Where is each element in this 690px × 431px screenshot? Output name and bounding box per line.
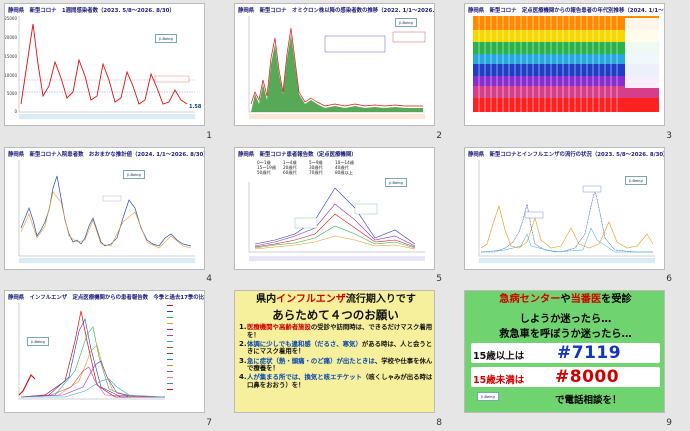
- age-group-line-chart: [248, 181, 425, 261]
- y-tick: 20000: [5, 35, 17, 40]
- header-suffix: 流行期入りです: [345, 294, 416, 306]
- series-line: [254, 213, 416, 247]
- slide-cell-7[interactable]: 静岡県 インフルエンザ 定点医療機関からの患者報告数 今季と過去17季の比較 J…: [0, 287, 230, 431]
- ji-being-logo: Ji-Being: [27, 337, 49, 347]
- slide-grid: 静岡県 新型コロナ 1週間感染者数（2023. 5/8～2026. 8/30） …: [0, 0, 690, 431]
- request-item: 3. 急に症状（熱・頭痛・のど痛）が出たときは、学校や仕事を休んで療養を！: [239, 356, 434, 373]
- item-number: 1.: [239, 323, 247, 332]
- request-item: 1. 医療機関や高齢者施設の受診や訪問時は、できるだけマスク着用を！: [239, 323, 434, 339]
- consult-text: を受診: [601, 294, 632, 306]
- on-duty-doctor-text: 当番医: [570, 294, 602, 306]
- slide-cell-9[interactable]: 急病センターや当番医を受診 しようか迷ったら… 救急車を呼ぼうか迷ったら… 15…: [460, 287, 690, 431]
- series-line: [20, 311, 165, 398]
- series-line: [21, 378, 166, 398]
- ji-being-logo: Ji-Being: [395, 18, 417, 27]
- series-line: [20, 366, 166, 398]
- value-label: 1.58: [189, 104, 202, 110]
- slide-cell-4[interactable]: 静岡県 新型コロナ入院患者数 おおまかな推計値（2024. 1/1～2026. …: [0, 144, 230, 288]
- ji-being-logo: Ji-Being: [123, 169, 145, 179]
- ambulance-question: 救急車を呼ぼうか迷ったら…: [499, 329, 632, 341]
- covid-weekly-chart: 25000 20000 15000 10000 5000 0 1.58: [5, 16, 202, 119]
- slide-thumbnail-6[interactable]: 静岡県 新型コロナとインフルエンザの流行の状況（2023. 5/8～2026. …: [464, 146, 665, 270]
- y-tick: 25000: [5, 16, 17, 21]
- slide-number: 8: [436, 417, 442, 428]
- slide-number: 6: [666, 274, 672, 285]
- slide-thumbnail-5[interactable]: 静岡県 新型コロナ患者報告数（定点医療機関） 0～1歳 1～4歳 5～9歳 10～14…: [234, 146, 435, 270]
- hotline-7119: #7119: [557, 343, 622, 364]
- slide-cell-2[interactable]: 静岡県 新型コロナ オミクロン株以降の感染者数の推移（2022. 1/1～202…: [230, 0, 460, 144]
- age-over-15: 15歳以上は: [473, 351, 525, 363]
- slide-number: 9: [666, 417, 672, 428]
- slide-cell-3[interactable]: 静岡県 新型コロナ 定点医療機関からの報告患者の年代別推移（2024. 1/1～…: [460, 0, 690, 144]
- slide-number: 3: [666, 130, 672, 141]
- y-tick: 0: [14, 109, 17, 114]
- slide-number: 5: [436, 274, 442, 285]
- slide-cell-5[interactable]: 静岡県 新型コロナ患者報告数（定点医療機関） 0～1歳 1～4歳 5～9歳 10～14…: [230, 144, 460, 288]
- emergency-consult-line2: しようか迷ったら…: [519, 314, 612, 326]
- series-line: [20, 175, 192, 247]
- covid-flu-comparison-chart: [478, 159, 655, 263]
- series-line: [481, 189, 653, 252]
- series-line: [480, 226, 653, 252]
- slide-thumbnail-7[interactable]: 静岡県 インフルエンザ 定点医療機関からの患者報告数 今季と過去17季の比較 J…: [4, 290, 205, 414]
- flu-alert-header: 県内インフルエンザ流行期入りです: [241, 294, 431, 306]
- age-under-15: 15歳未満は: [473, 375, 525, 387]
- slide-thumbnail-8[interactable]: 県内インフルエンザ流行期入りです あらためて４つのお願い 1. 医療機関や高齢者施…: [234, 290, 435, 414]
- slide-number: 4: [206, 274, 212, 285]
- series-line: [254, 187, 416, 244]
- slide-number: 7: [206, 417, 212, 428]
- header-prefix: 県内: [256, 294, 277, 306]
- slide-thumbnail-2[interactable]: 静岡県 新型コロナ オミクロン株以降の感染者数の推移（2022. 1/1～202…: [234, 3, 435, 126]
- four-requests-heading: あらためて４つのお願い: [272, 308, 399, 323]
- request-item: 4. 人が集まる所では、換気と咳エチケット（咳くしゃみが出る時は口鼻をおおう）を！: [239, 373, 434, 389]
- slide-thumbnail-9[interactable]: 急病センターや当番医を受診 しようか迷ったら… 救急車を呼ぼうか迷ったら… 15…: [464, 290, 665, 414]
- slide-thumbnail-1[interactable]: 静岡県 新型コロナ 1週間感染者数（2023. 5/8～2026. 8/30） …: [4, 3, 205, 126]
- series-line: [20, 344, 165, 398]
- ji-being-logo: Ji-Being: [155, 34, 177, 43]
- emergency-consult-line1: 急病センターや当番医を受診: [467, 293, 664, 306]
- call-for-consult: で電話相談を！: [555, 395, 622, 407]
- connector-text: や: [560, 294, 571, 306]
- item-number: 3.: [239, 356, 247, 365]
- series-line: [254, 203, 416, 246]
- series-line: [18, 374, 36, 396]
- y-tick: 5000: [7, 91, 18, 96]
- series-line: [480, 204, 654, 248]
- emergency-center-text: 急病センター: [499, 294, 561, 306]
- age-stacked-bar-chart: [465, 16, 664, 125]
- slide-cell-8[interactable]: 県内インフルエンザ流行期入りです あらためて４つのお願い 1. 医療機関や高齢者施…: [230, 287, 460, 431]
- flu-season-comparison-chart: [18, 303, 204, 400]
- slide-number: 1: [206, 130, 212, 141]
- item-number: 4.: [239, 373, 247, 382]
- request-list: 1. 医療機関や高齢者施設の受診や訪問時は、できるだけマスク着用を！ 2. 体調に少…: [239, 323, 434, 391]
- inpatient-estimate-chart: [18, 159, 195, 263]
- request-item: 2. 体調に少しでも違和感（だるさ、寒気）がある時は、人と会うときにマスク着用を！: [239, 339, 434, 356]
- y-tick: 10000: [5, 73, 17, 78]
- ji-being-logo: Ji-Being: [477, 392, 499, 402]
- ji-being-logo: Ji-Being: [385, 177, 407, 187]
- header-flu: インフルエンザ: [276, 294, 346, 306]
- series-line: [20, 318, 165, 398]
- slide-thumbnail-3[interactable]: 静岡県 新型コロナ 定点医療機関からの報告患者の年代別推移（2024. 1/1～…: [464, 3, 665, 126]
- slide-thumbnail-4[interactable]: 静岡県 新型コロナ入院患者数 おおまかな推計値（2024. 1/1～2026. …: [4, 146, 205, 270]
- item-number: 2.: [239, 339, 247, 348]
- slide-number: 2: [436, 130, 442, 141]
- slide-cell-1[interactable]: 静岡県 新型コロナ 1週間感染者数（2023. 5/8～2026. 8/30） …: [0, 0, 230, 144]
- y-tick: 15000: [5, 54, 17, 59]
- slide-cell-6[interactable]: 静岡県 新型コロナとインフルエンザの流行の状況（2023. 5/8～2026. …: [460, 144, 690, 288]
- hotline-8000: #8000: [555, 367, 620, 388]
- ji-being-logo: Ji-Being: [625, 175, 647, 185]
